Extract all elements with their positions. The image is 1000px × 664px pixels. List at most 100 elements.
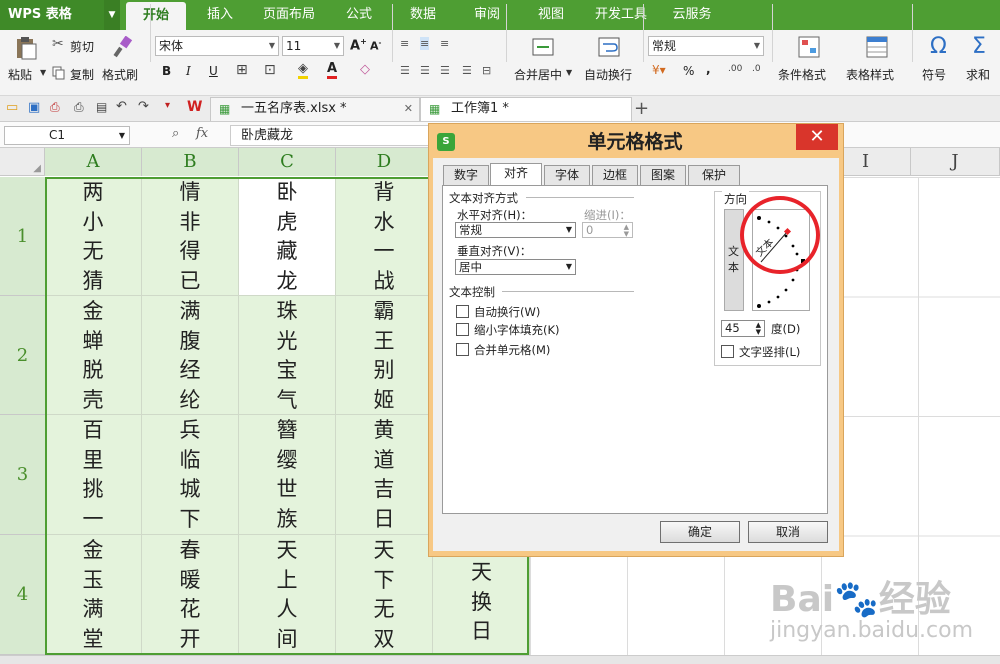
tab-protection[interactable]: 保护 xyxy=(688,165,740,185)
menu-tab-page-layout[interactable]: 页面布局 xyxy=(256,0,322,30)
paste-dropdown-icon[interactable]: ▼ xyxy=(40,68,46,77)
column-header-j[interactable]: J xyxy=(911,148,1000,176)
app-menu-button[interactable]: WPS 表格 xyxy=(0,0,104,30)
align-right-icon[interactable]: ☰ xyxy=(440,64,450,77)
scissors-icon: ✂ xyxy=(52,36,64,52)
menu-tab-data[interactable]: 数据 xyxy=(398,0,448,30)
row-header-3[interactable]: 3 xyxy=(0,415,45,535)
ribbon-separator xyxy=(506,4,507,62)
symbol-button[interactable]: Ω 符号 xyxy=(920,34,960,92)
column-header-b[interactable]: B xyxy=(142,148,239,176)
underline-icon[interactable]: U xyxy=(209,64,218,78)
menu-tab-review[interactable]: 审阅 xyxy=(462,0,512,30)
save-icon[interactable]: ▣ xyxy=(28,100,40,115)
vertical-stack-checkbox[interactable] xyxy=(721,345,734,358)
column-header-a[interactable]: A xyxy=(45,148,142,176)
comma-button[interactable]: , xyxy=(706,62,711,76)
sum-button[interactable]: Σ 求和 xyxy=(964,34,1000,92)
fx-label[interactable]: fx xyxy=(196,126,208,141)
export-pdf-icon[interactable]: ⎙ xyxy=(50,100,60,115)
merge-cells-checkbox[interactable] xyxy=(456,343,469,356)
tab-number[interactable]: 数字 xyxy=(443,165,489,185)
tab-font[interactable]: 字体 xyxy=(544,165,590,185)
indent-spinner[interactable]: 0 ▲ ▼ xyxy=(582,222,633,238)
degrees-spinner[interactable]: 45 ▲ ▼ xyxy=(721,320,765,337)
sigma-icon: Σ xyxy=(972,34,986,59)
font-size-select[interactable]: 11 ▼ xyxy=(282,36,344,56)
italic-icon[interactable]: I xyxy=(186,64,191,78)
row-header-2[interactable]: 2 xyxy=(0,296,45,415)
doc-tab-file[interactable]: ▦ 一五名序表.xlsx * ✕ xyxy=(210,97,420,121)
increase-font-icon[interactable]: A+ xyxy=(350,37,367,53)
conditional-format-button[interactable]: 条件格式 xyxy=(776,36,840,92)
cut-button[interactable]: ✂ 剪切 xyxy=(52,36,104,54)
tab-alignment[interactable]: 对齐 xyxy=(490,163,542,186)
cell-fill-pattern-icon[interactable]: ⊡ xyxy=(264,62,276,78)
new-tab-plus-icon[interactable]: + xyxy=(634,98,649,119)
customize-icon[interactable]: ▾ xyxy=(165,100,170,111)
name-box[interactable]: C1 ▼ xyxy=(4,126,130,145)
doc-tab-workbook[interactable]: ▦ 工作簿1 * xyxy=(420,97,632,121)
copy-label: 复制 xyxy=(70,68,95,82)
close-icon[interactable]: ✕ xyxy=(404,98,413,120)
wrap-text-option-label: 自动换行(W) xyxy=(474,305,541,319)
ok-button[interactable]: 确定 xyxy=(660,521,740,543)
align-top-icon[interactable]: ≡ xyxy=(400,37,409,50)
horizontal-align-select[interactable]: 常规 ▼ xyxy=(455,222,576,238)
table-style-button[interactable]: 表格样式 xyxy=(844,36,908,92)
menu-tab-cloud[interactable]: 云服务 xyxy=(662,0,722,30)
align-middle-icon[interactable]: ≡ xyxy=(420,37,430,50)
zoom-icon[interactable]: ⌕ xyxy=(172,126,179,141)
merge-center-button[interactable]: 合并居中 ▼ xyxy=(512,36,576,92)
format-painter-button[interactable]: 格式刷 xyxy=(102,36,144,92)
undo-icon[interactable]: ↶ xyxy=(116,99,127,114)
align-center-icon[interactable]: ☰ xyxy=(420,64,430,77)
align-bottom-icon[interactable]: ≡ xyxy=(440,37,449,50)
cancel-button[interactable]: 取消 xyxy=(748,521,828,543)
tab-border[interactable]: 边框 xyxy=(592,165,638,185)
row-header-4[interactable]: 4 xyxy=(0,535,45,655)
justify-icon[interactable]: ☰ xyxy=(462,64,472,77)
baidu-watermark: Bai🐾经验 jingyan.baidu.com xyxy=(770,570,1000,660)
formula-input[interactable]: 卧虎藏龙 xyxy=(230,125,430,146)
wps-home-icon[interactable]: W xyxy=(187,99,202,115)
tab-pattern[interactable]: 图案 xyxy=(640,165,686,185)
decrease-decimal-icon[interactable]: .0 xyxy=(752,64,761,74)
percent-button[interactable]: % xyxy=(683,64,694,78)
dialog-close-button[interactable]: ✕ xyxy=(796,124,838,150)
shrink-to-fit-checkbox[interactable] xyxy=(456,323,469,336)
menu-tab-insert[interactable]: 插入 xyxy=(192,0,248,30)
border-icon[interactable]: ⊞ xyxy=(236,62,248,78)
horizontal-align-group: ☰ ☰ ☰ ☰ ⊟ xyxy=(400,64,500,82)
copy-button[interactable]: 复制 xyxy=(52,64,104,82)
bold-icon[interactable]: B xyxy=(162,64,171,78)
wrap-text-button[interactable]: 自动换行 xyxy=(582,36,640,92)
clear-format-icon[interactable]: ◇ xyxy=(360,62,370,77)
menu-tab-home[interactable]: 开始 xyxy=(126,2,186,33)
font-color-icon[interactable]: A xyxy=(327,61,338,79)
print-preview-icon[interactable]: ▤ xyxy=(96,100,107,114)
wrap-text-checkbox[interactable] xyxy=(456,305,469,318)
select-all-corner[interactable]: ◢ xyxy=(0,148,45,176)
paste-button[interactable]: 粘贴 xyxy=(8,36,48,92)
align-left-icon[interactable]: ☰ xyxy=(400,64,410,77)
vertical-align-select[interactable]: 居中 ▼ xyxy=(455,259,576,275)
column-header-c[interactable]: C xyxy=(239,148,336,176)
decrease-font-icon[interactable]: A- xyxy=(370,39,381,53)
print-icon[interactable]: ⎙ xyxy=(74,100,84,115)
menu-tab-developer[interactable]: 开发工具 xyxy=(586,0,656,30)
font-name-select[interactable]: 宋体 ▼ xyxy=(155,36,279,56)
row-header-1[interactable]: 1 xyxy=(0,177,45,296)
open-folder-icon[interactable]: ▭ xyxy=(6,100,18,115)
increase-decimal-icon[interactable]: .00 xyxy=(728,64,742,74)
app-menu-dropdown-icon[interactable]: ▼ xyxy=(104,0,120,30)
fill-color-icon[interactable]: ◈ xyxy=(298,62,308,79)
distributed-icon[interactable]: ⊟ xyxy=(482,64,491,77)
column-header-d[interactable]: D xyxy=(336,148,433,176)
redo-icon[interactable]: ↷ xyxy=(138,99,149,114)
number-format-select[interactable]: 常规 ▼ xyxy=(648,36,764,56)
currency-icon[interactable]: ¥▾ xyxy=(652,63,666,77)
menu-tab-formula[interactable]: 公式 xyxy=(334,0,384,30)
menu-tab-view[interactable]: 视图 xyxy=(526,0,576,30)
indent-label: 缩进(I)： xyxy=(584,208,631,222)
